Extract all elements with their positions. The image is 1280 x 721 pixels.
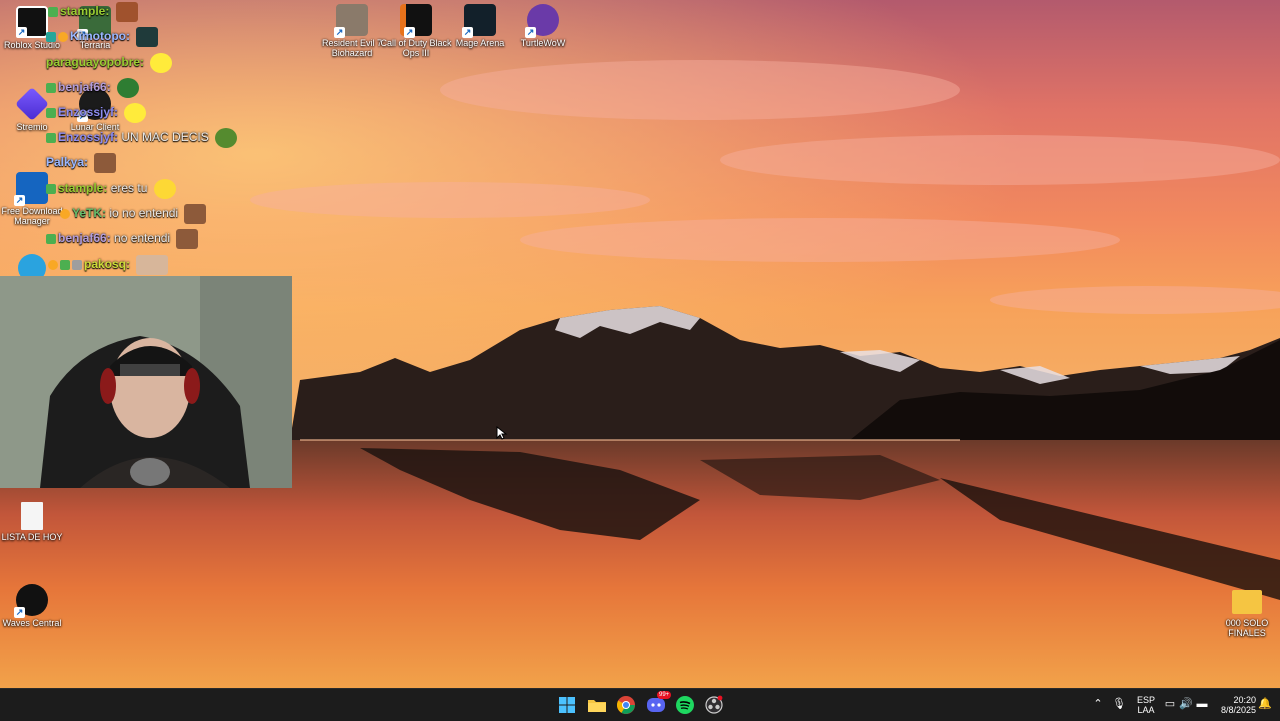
chat-username: pakosq: [84, 257, 127, 272]
emote-icon: [136, 255, 169, 275]
chat-message: stample: eres tu: [46, 179, 176, 199]
emote-icon: [136, 27, 159, 47]
show-hidden-icons-chevron-icon[interactable]: ⌃: [1091, 697, 1105, 711]
taskbar-discord[interactable]: 99+: [645, 691, 672, 716]
gift-badge-icon: [72, 260, 82, 270]
taskbar-obs[interactable]: [703, 694, 725, 716]
chat-message: benjaf66: no entendi: [46, 229, 199, 249]
taskbar-file-explorer[interactable]: [586, 694, 608, 716]
language-code: ESP: [1136, 695, 1155, 705]
emote-icon: [184, 204, 207, 224]
clock[interactable]: 20:20 8/8/2025: [1212, 689, 1256, 721]
input-language[interactable]: ESP LAA: [1134, 689, 1158, 721]
windows-logo-icon: [559, 697, 575, 713]
network-icon[interactable]: ▭: [1163, 697, 1177, 711]
desktop-icon-solo-finales[interactable]: 000 SOLO FINALES: [1209, 584, 1280, 638]
chat-username: Enzossjyf: [58, 105, 115, 120]
sub-badge-icon: [46, 83, 56, 93]
chat-message: stample:: [48, 2, 138, 22]
microphone-icon[interactable]: 🎙: [1112, 697, 1126, 711]
chat-username: Kimotopo: [70, 29, 126, 44]
chat-text: UN MAC DECIS: [121, 130, 209, 145]
emote-icon: [124, 103, 147, 123]
emote-icon: [215, 128, 238, 148]
chat-message: pakosq:: [48, 255, 169, 275]
chat-text: eres tu: [110, 181, 148, 196]
chat-message: Enzossjyf:: [46, 103, 147, 123]
chat-text: no entendi: [114, 231, 171, 246]
chat-message: Palkya:: [46, 153, 117, 173]
chrome-icon: [616, 696, 635, 714]
chat-username: stample: [60, 4, 106, 19]
chat-username: paraguayopobre: [46, 55, 141, 70]
chat-text: io no entendi: [109, 206, 179, 221]
sub-badge-icon: [46, 32, 56, 42]
chat-message: YeTK: io no entendi: [60, 204, 207, 224]
spotify-icon: [676, 696, 694, 714]
chat-username: YeTK: [72, 206, 103, 221]
sub-badge-icon: [46, 133, 56, 143]
desktop-icon-label: TurtleWoW: [520, 38, 566, 48]
emote-icon: [176, 229, 199, 249]
chat-username: stample: [58, 181, 104, 196]
emote-icon: [115, 2, 138, 22]
clock-time: 20:20: [1233, 695, 1256, 705]
desktop-icon-label: LISTA DE HOY: [1, 532, 63, 542]
folder-icon: [588, 700, 606, 712]
taskbar-spotify[interactable]: [674, 694, 696, 716]
emote-icon: [153, 179, 176, 199]
call-of-duty-icon: ↗: [400, 4, 432, 38]
sub-badge-icon: [46, 108, 56, 118]
folder-icon: [1232, 590, 1262, 614]
resident-evil-icon: ↗: [334, 4, 368, 38]
emote-icon: [150, 53, 173, 73]
sub-badge-icon: [60, 260, 70, 270]
sub-badge-icon: [46, 184, 56, 194]
taskbar: 99+ ⌃ 🎙 ESP LAA ▭ 🔊 ▬ 20:20 8/8/2025 🔔: [0, 688, 1280, 721]
coin-badge-icon: [48, 260, 58, 270]
mage-arena-icon: ↗: [462, 4, 496, 38]
obs-icon: [705, 695, 723, 714]
desktop-icon-label: Waves Central: [2, 618, 62, 628]
windows-start-button[interactable]: [556, 694, 578, 716]
discord-notification-badge: 99+: [657, 691, 672, 699]
taskbar-chrome[interactable]: [615, 694, 637, 716]
coin-badge-icon: [60, 209, 70, 219]
desktop-icon-waves-central[interactable]: ↗ Waves Central: [0, 584, 70, 628]
notification-bell-icon[interactable]: 🔔: [1258, 697, 1272, 711]
chat-username: benjaf66: [58, 80, 107, 95]
desktop-icon-label: 000 SOLO FINALES: [1225, 618, 1269, 638]
waves-central-icon: ↗: [14, 584, 48, 618]
chat-message: benjaf66:: [46, 78, 140, 98]
chat-message: Enzossjyf: UN MAC DECIS: [46, 128, 238, 148]
text-file-icon: [21, 502, 43, 530]
chat-username: Palkya: [46, 155, 85, 170]
battery-icon[interactable]: ▬: [1195, 697, 1209, 711]
volume-icon[interactable]: 🔊: [1179, 697, 1193, 711]
turtlewow-icon: ↗: [525, 4, 559, 38]
mouse-cursor-icon: [496, 426, 508, 440]
webcam-overlay: [0, 276, 292, 488]
desktop-icon-lista-de-hoy[interactable]: LISTA DE HOY: [0, 502, 70, 542]
sub-badge-icon: [46, 234, 56, 244]
keyboard-layout: LAA: [1137, 705, 1155, 715]
stream-chat-overlay: stample: Kimotopo: paraguayopobre: benja…: [0, 0, 300, 275]
chat-username: benjaf66: [58, 231, 107, 246]
chat-message: paraguayopobre:: [46, 53, 173, 73]
chat-username: Enzossjyf: [58, 130, 115, 145]
coin-badge-icon: [58, 32, 68, 42]
sub-badge-icon: [48, 7, 58, 17]
emote-icon: [117, 78, 140, 98]
chat-message: Kimotopo:: [46, 27, 159, 47]
desktop-icon-turtlewow[interactable]: ↗ TurtleWoW: [505, 4, 581, 48]
clock-date: 8/8/2025: [1220, 705, 1256, 715]
emote-icon: [94, 153, 117, 173]
